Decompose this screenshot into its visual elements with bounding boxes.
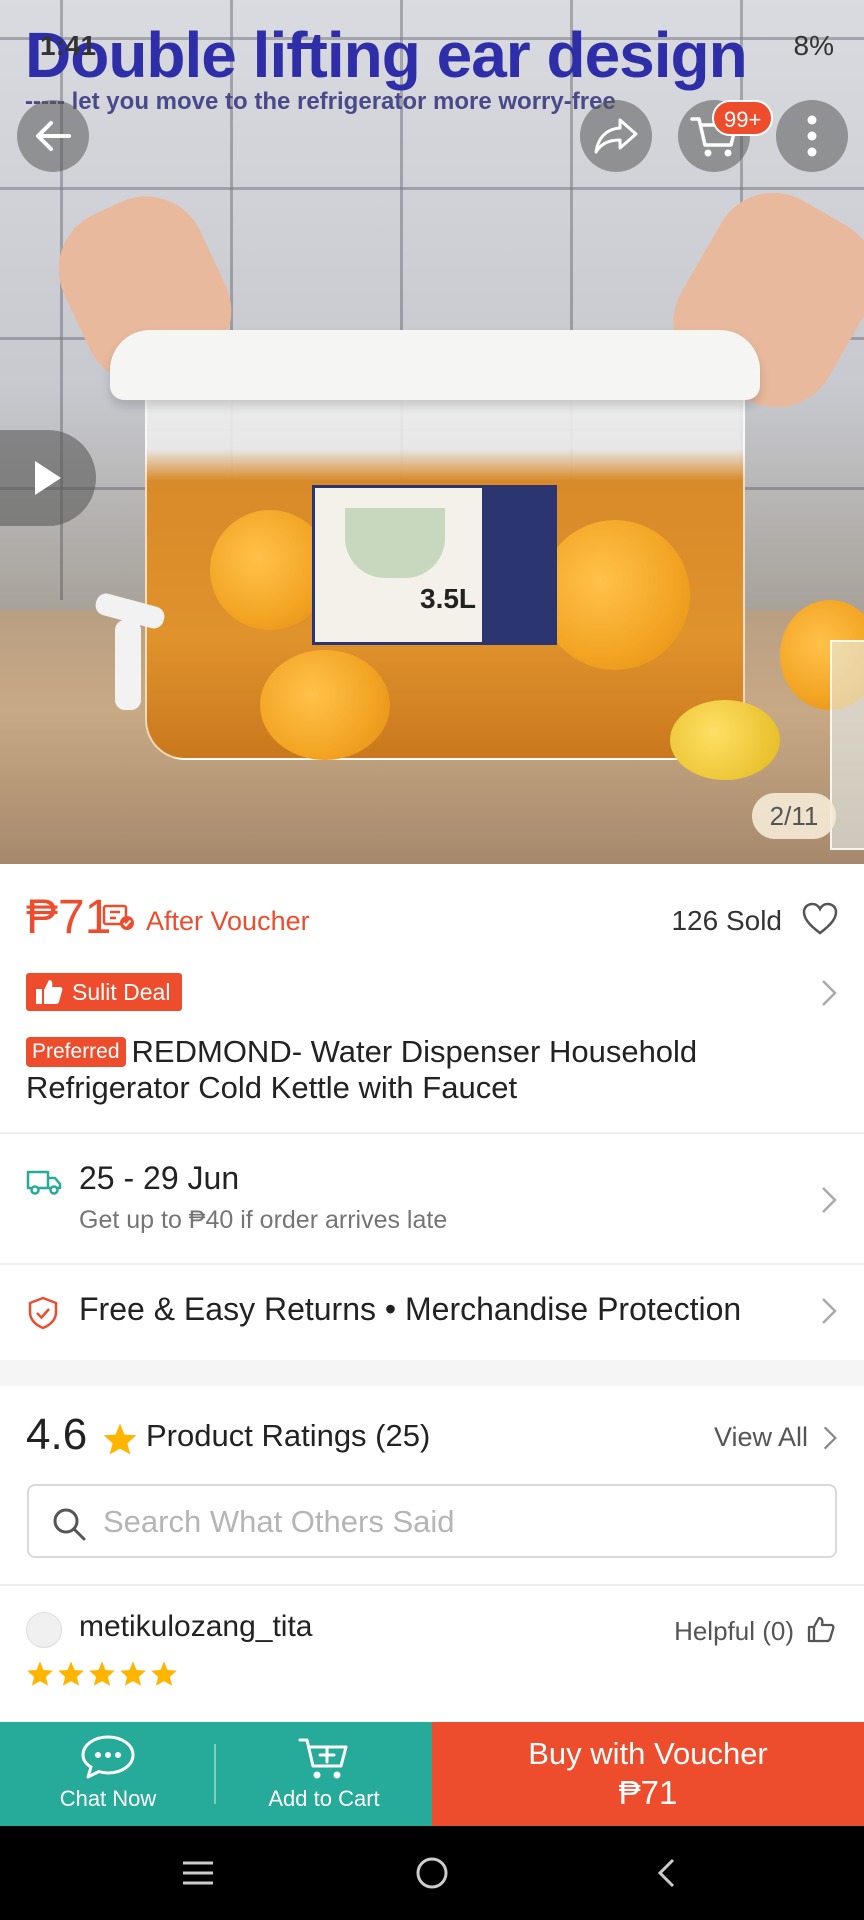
sulit-deal-badge[interactable]: Sulit Deal <box>26 973 183 1011</box>
chevron-right-icon <box>822 1187 837 1213</box>
image-overlay-subtitle: ----- let you move to the refrigerator m… <box>25 88 616 115</box>
star-icon <box>27 1661 53 1686</box>
buy-label: Buy with Voucher <box>528 1736 768 1771</box>
returns-protection-text: Free & Easy Returns • Merchandise Protec… <box>79 1291 742 1327</box>
arrow-left-icon <box>36 121 71 151</box>
system-nav-bar <box>0 1826 864 1920</box>
bottom-action-bar: Chat Now Add to Cart Buy with Voucher ₱7… <box>0 1722 864 1826</box>
search-icon <box>53 1508 86 1541</box>
sulit-deal-label: Sulit Deal <box>72 979 171 1005</box>
shield-check-icon <box>28 1296 58 1330</box>
product-label: 3.5L <box>312 485 557 645</box>
helpful-count[interactable]: Helpful (0) <box>674 1616 794 1647</box>
chevron-right-icon[interactable] <box>820 978 838 1008</box>
chat-now-button[interactable]: Chat Now <box>0 1722 216 1826</box>
returns-row[interactable]: Free & Easy Returns • Merchandise Protec… <box>0 1266 864 1356</box>
price: ₱71 <box>26 891 112 944</box>
add-to-cart-button[interactable]: Add to Cart <box>216 1722 432 1826</box>
after-voucher-label: After Voucher <box>146 906 310 936</box>
more-vertical-icon <box>807 115 817 157</box>
review-stars <box>26 1660 178 1687</box>
chevron-right-icon[interactable] <box>822 1424 838 1452</box>
play-video-button[interactable] <box>0 430 96 526</box>
buy-with-voucher-button[interactable]: Buy with Voucher ₱71 <box>432 1722 864 1826</box>
review-item: metikulozang_tita Helpful (0) <box>0 1600 864 1700</box>
play-icon <box>35 461 61 495</box>
back-button[interactable] <box>17 100 89 172</box>
label-glass-graphic <box>345 508 445 578</box>
home-button[interactable] <box>402 1848 462 1898</box>
image-counter: 2/11 <box>752 793 836 839</box>
lemon-whole <box>670 700 780 780</box>
status-battery: 8% <box>793 30 834 61</box>
share-button[interactable] <box>580 100 652 172</box>
heart-icon[interactable] <box>802 902 838 936</box>
more-options-button[interactable] <box>776 100 848 172</box>
star-icon <box>103 1423 137 1455</box>
ratings-title: Product Ratings (25) <box>146 1418 431 1453</box>
faucet <box>75 590 185 730</box>
add-to-cart-label: Add to Cart <box>268 1786 380 1811</box>
divider <box>0 1584 864 1586</box>
dispenser-lid <box>110 330 760 400</box>
shipping-row[interactable]: 25 - 29 Jun Get up to ₱40 if order arriv… <box>0 1140 864 1265</box>
reviewer-name: metikulozang_tita <box>79 1610 313 1643</box>
view-all-link[interactable]: View All <box>714 1422 808 1453</box>
avatar[interactable] <box>26 1612 62 1648</box>
chat-now-label: Chat Now <box>59 1786 157 1811</box>
chevron-right-icon <box>822 1298 837 1324</box>
lemon-slice <box>260 650 390 760</box>
share-icon <box>594 118 638 154</box>
chat-icon <box>81 1735 135 1779</box>
divider <box>0 1132 864 1134</box>
product-title-text: REDMOND- Water Dispenser Household Refri… <box>26 1034 698 1105</box>
star-icon <box>120 1661 146 1686</box>
rating-score: 4.6 <box>26 1410 88 1459</box>
product-title: Preferred REDMOND- Water Dispenser Househ… <box>26 1034 838 1106</box>
ratings-header: 4.6 Product Ratings (25) View All <box>0 1410 864 1470</box>
home-circle-icon <box>416 1857 448 1889</box>
delivery-date: 25 - 29 Jun <box>79 1160 240 1196</box>
add-cart-icon <box>298 1738 348 1779</box>
truck-icon <box>26 1170 62 1195</box>
voucher-icon <box>102 904 134 930</box>
label-size: 3.5L <box>420 583 477 614</box>
system-back-button[interactable] <box>636 1848 696 1898</box>
recent-apps-button[interactable] <box>168 1848 228 1898</box>
label-blue-panel <box>482 488 554 642</box>
status-time: 1:41 <box>40 30 97 61</box>
chevron-left-icon <box>657 1858 675 1888</box>
review-search-box[interactable] <box>27 1484 837 1558</box>
star-icon <box>58 1661 84 1686</box>
lemon-slice <box>540 520 690 670</box>
preferred-tag: Preferred <box>26 1037 126 1067</box>
cart-count-badge: 99+ <box>712 100 774 136</box>
menu-icon <box>183 1861 213 1885</box>
review-search-input[interactable] <box>103 1498 803 1546</box>
divider <box>0 1263 864 1265</box>
star-icon <box>151 1661 177 1686</box>
thumbs-up-icon[interactable] <box>806 1614 836 1644</box>
status-bar: 1:41 8% <box>0 30 864 70</box>
section-separator <box>0 1360 864 1386</box>
price-row: ₱71 After Voucher 126 Sold <box>26 890 838 950</box>
late-guarantee: Get up to ₱40 if order arrives late <box>79 1206 448 1234</box>
star-icon <box>89 1661 115 1686</box>
sold-count: 126 Sold <box>671 905 782 936</box>
thumbs-up-icon <box>36 980 63 1004</box>
buy-price: ₱71 <box>618 1774 678 1811</box>
